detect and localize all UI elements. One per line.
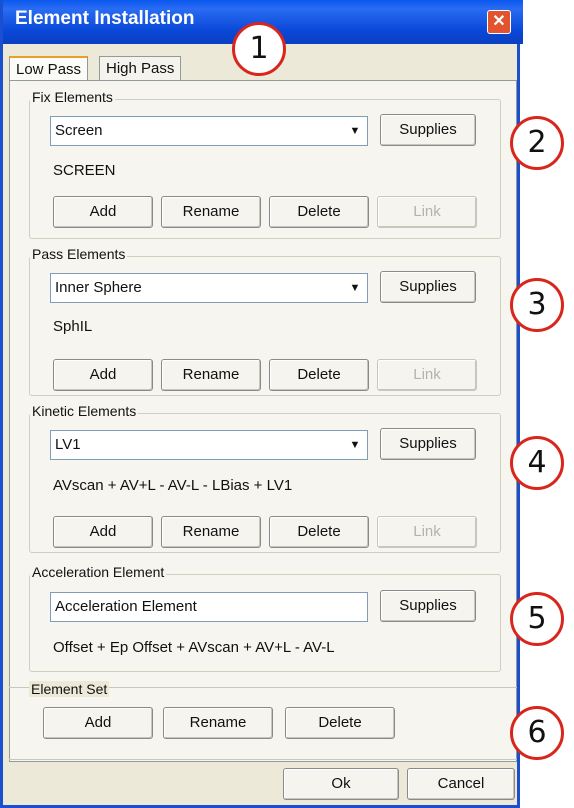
element-installation-dialog: Element Installation ✕ Low Pass High Pas…: [0, 0, 523, 808]
acceleration-element-label: Acceleration Element: [30, 564, 167, 580]
pass-delete-button[interactable]: Delete: [269, 359, 369, 391]
kinetic-supplies-button[interactable]: Supplies: [380, 428, 476, 460]
pass-elements-formula: SphIL: [53, 318, 93, 335]
chevron-down-icon[interactable]: ▼: [345, 119, 365, 143]
cancel-button[interactable]: Cancel: [407, 768, 515, 800]
fix-supplies-button[interactable]: Supplies: [380, 114, 476, 146]
kinetic-link-button[interactable]: Link: [377, 516, 477, 548]
element-set-delete-button[interactable]: Delete: [285, 707, 395, 739]
fix-elements-formula: SCREEN: [53, 162, 116, 179]
fix-add-button[interactable]: Add: [53, 196, 153, 228]
pass-elements-combo-value: Inner Sphere: [55, 279, 142, 296]
pass-elements-combo[interactable]: Inner Sphere ▼: [50, 273, 368, 303]
pass-supplies-button[interactable]: Supplies: [380, 271, 476, 303]
kinetic-elements-formula: AVscan + AV+L - AV-L - LBias + LV1: [53, 477, 293, 494]
kinetic-rename-button[interactable]: Rename: [161, 516, 261, 548]
callout-4: 4: [510, 436, 564, 490]
acceleration-supplies-button[interactable]: Supplies: [380, 590, 476, 622]
callout-1: 1: [232, 22, 286, 76]
callout-3: 3: [510, 278, 564, 332]
fix-delete-button[interactable]: Delete: [269, 196, 369, 228]
fix-rename-button[interactable]: Rename: [161, 196, 261, 228]
chevron-down-icon[interactable]: ▼: [345, 433, 365, 457]
footer-divider: [9, 759, 517, 760]
kinetic-elements-combo[interactable]: LV1 ▼: [50, 430, 368, 460]
fix-elements-combo-value: Screen: [55, 122, 103, 139]
pass-rename-button[interactable]: Rename: [161, 359, 261, 391]
close-icon[interactable]: ✕: [487, 10, 511, 34]
callout-2: 2: [510, 116, 564, 170]
acceleration-element-field[interactable]: Acceleration Element: [50, 592, 368, 622]
tab-low-pass[interactable]: Low Pass: [9, 56, 89, 82]
pass-link-button[interactable]: Link: [377, 359, 477, 391]
kinetic-elements-combo-value: LV1: [55, 436, 81, 453]
kinetic-elements-label: Kinetic Elements: [30, 403, 139, 419]
acceleration-element-formula: Offset + Ep Offset + AVscan + AV+L - AV-…: [53, 639, 335, 656]
fix-link-button[interactable]: Link: [377, 196, 477, 228]
element-set-rename-button[interactable]: Rename: [163, 707, 273, 739]
pass-add-button[interactable]: Add: [53, 359, 153, 391]
fix-elements-label: Fix Elements: [30, 89, 115, 105]
element-set-add-button[interactable]: Add: [43, 707, 153, 739]
element-set-label: Element Set: [29, 681, 110, 697]
callout-6: 6: [510, 706, 564, 760]
window-title: Element Installation: [15, 8, 195, 29]
fix-elements-combo[interactable]: Screen ▼: [50, 116, 368, 146]
tab-high-pass[interactable]: High Pass: [99, 56, 182, 82]
pass-elements-label: Pass Elements: [30, 246, 128, 262]
kinetic-delete-button[interactable]: Delete: [269, 516, 369, 548]
callout-5: 5: [510, 592, 564, 646]
ok-button[interactable]: Ok: [283, 768, 399, 800]
acceleration-element-group: Acceleration Element: [29, 564, 501, 672]
chevron-down-icon[interactable]: ▼: [345, 276, 365, 300]
kinetic-add-button[interactable]: Add: [53, 516, 153, 548]
